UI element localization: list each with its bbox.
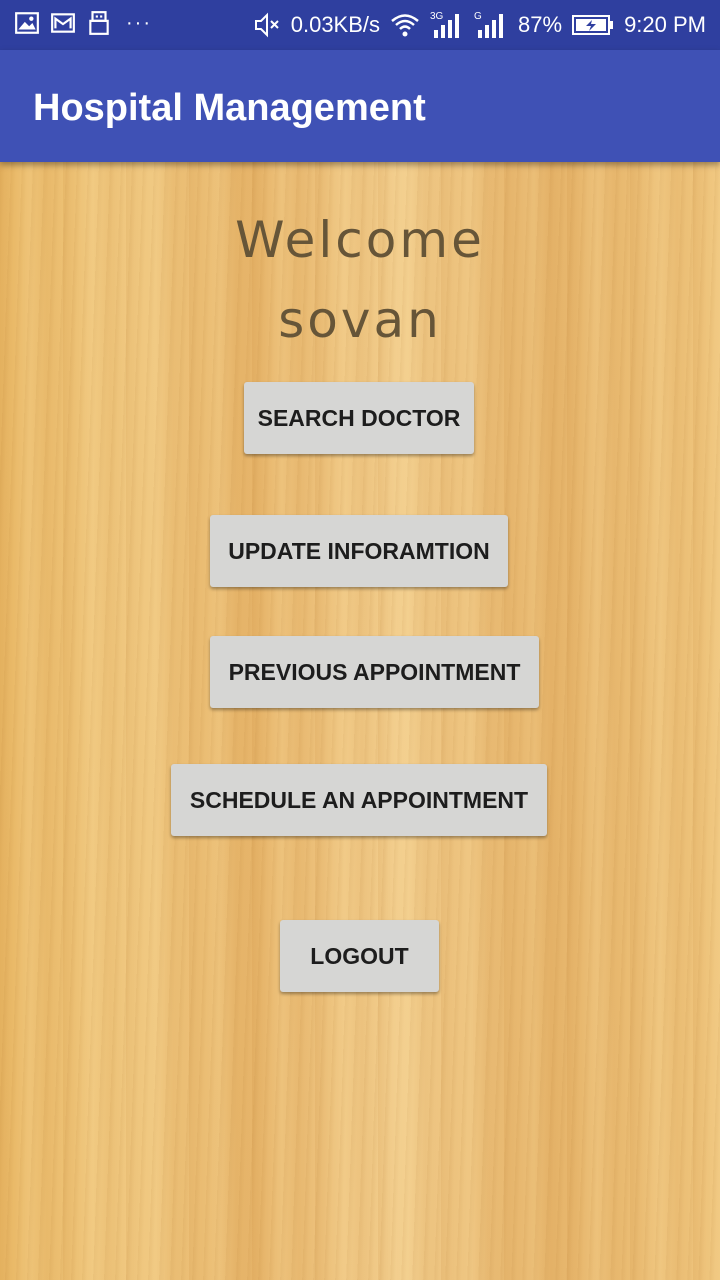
gallery-icon bbox=[15, 12, 39, 34]
system-status: 0.03KB/s 3G G 87% 9:20 PM bbox=[253, 8, 706, 42]
mute-icon bbox=[254, 12, 279, 38]
app-title: Hospital Management bbox=[33, 87, 426, 129]
previous-appointment-button[interactable]: PREVIOUS APPOINTMENT bbox=[210, 636, 539, 708]
logout-button[interactable]: LOGOUT bbox=[280, 920, 439, 992]
schedule-appointment-button[interactable]: SCHEDULE AN APPOINTMENT bbox=[171, 764, 547, 836]
sim2-signal-icon: G bbox=[474, 11, 504, 38]
usb-icon bbox=[89, 11, 109, 35]
sim1-label: 3G bbox=[430, 11, 444, 22]
more-notifications-icon: ··· bbox=[126, 12, 152, 34]
notification-icons: ··· bbox=[14, 10, 152, 36]
welcome-message: Welcome sovan bbox=[0, 200, 720, 360]
sim2-label: G bbox=[474, 11, 482, 22]
main-content: Welcome sovan SEARCH DOCTOR UPDATE INFOR… bbox=[0, 162, 720, 1280]
update-information-button[interactable]: UPDATE INFORAMTION bbox=[210, 515, 508, 587]
clock: 9:20 PM bbox=[624, 12, 706, 37]
welcome-text: Welcome bbox=[235, 211, 485, 269]
battery-icon bbox=[572, 15, 614, 35]
app-bar: Hospital Management bbox=[0, 50, 720, 162]
gmail-icon bbox=[51, 13, 75, 33]
search-doctor-button[interactable]: SEARCH DOCTOR bbox=[244, 382, 474, 454]
battery-percent: 87% bbox=[518, 12, 563, 37]
status-bar: ··· 0.03KB/s 3G G 87% 9:20 PM bbox=[0, 0, 720, 50]
data-speed: 0.03KB/s bbox=[290, 12, 381, 37]
wifi-icon bbox=[391, 14, 419, 37]
sim1-signal-icon: 3G bbox=[430, 11, 460, 38]
user-name: sovan bbox=[278, 291, 442, 349]
